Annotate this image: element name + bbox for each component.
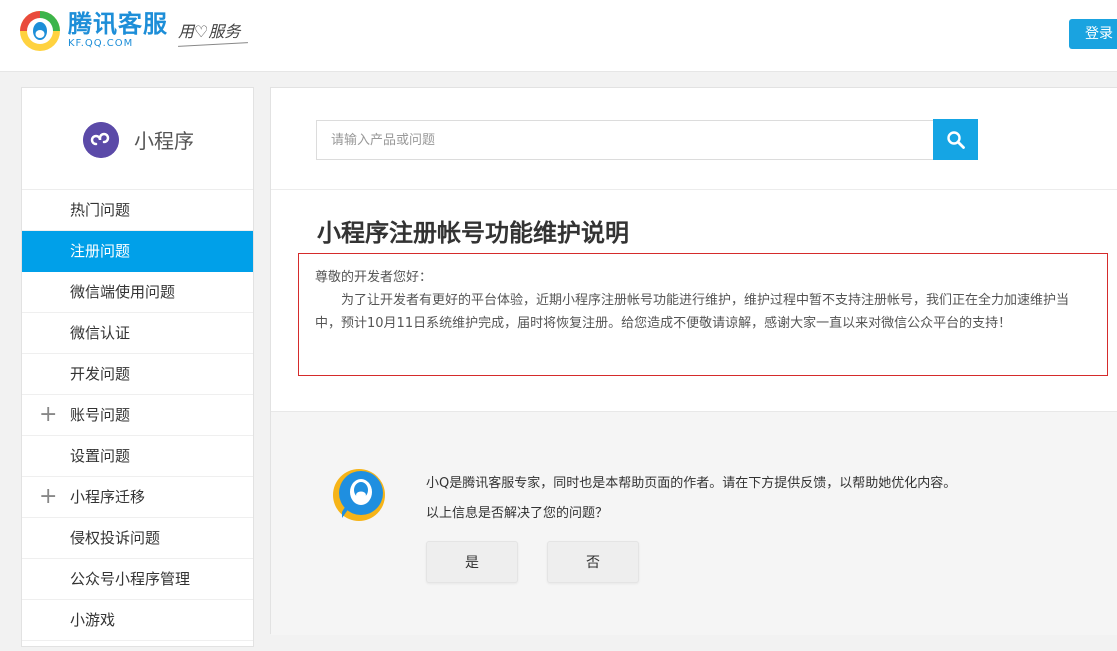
slogan-underline bbox=[178, 42, 248, 47]
article-title: 小程序注册帐号功能维护说明 bbox=[317, 219, 629, 247]
sidebar-item[interactable]: 微信认证 bbox=[22, 313, 253, 354]
xiaoq-avatar-icon bbox=[333, 469, 385, 521]
mini-program-logo-icon bbox=[83, 122, 119, 158]
feedback-no-button[interactable]: 否 bbox=[547, 541, 639, 583]
tencent-cs-logo-icon bbox=[20, 11, 60, 51]
brand-domain: KF.QQ.COM bbox=[68, 38, 134, 49]
sidebar-nav: 热门问题注册问题微信端使用问题 微信认证开发问题 + 账号问题设置问题 + 小程序迁移侵权… bbox=[22, 190, 253, 641]
notice-box: 尊敬的开发者您好： 为了让开发者有更好的平台体验，近期小程序注册帐号功能进行维护… bbox=[298, 253, 1108, 376]
sidebar-item-label: 小游戏 bbox=[70, 611, 116, 629]
sidebar-item[interactable]: 微信端使用问题 bbox=[22, 272, 253, 313]
notice-greeting: 尊敬的开发者您好： bbox=[315, 270, 433, 285]
sidebar-item-label: 注册问题 bbox=[70, 242, 131, 260]
sidebar-item[interactable]: + 账号问题 bbox=[22, 395, 253, 436]
brand-slogan: 用♡服务 bbox=[178, 22, 241, 41]
feedback-section: 小Q是腾讯客服专家，同时也是本帮助页面的作者。请在下方提供反馈，以帮助她优化内容… bbox=[271, 411, 1117, 635]
sidebar-item[interactable]: 注册问题 bbox=[22, 231, 253, 272]
login-button[interactable]: 登录 bbox=[1069, 19, 1117, 49]
sidebar-item-label: 热门问题 bbox=[70, 201, 131, 219]
sidebar-item-label: 公众号小程序管理 bbox=[70, 570, 191, 588]
sidebar-item[interactable]: 侵权投诉问题 bbox=[22, 518, 253, 559]
notice-body: 为了让开发者有更好的平台体验，近期小程序注册帐号功能进行维护，维护过程中暂不支持… bbox=[315, 293, 1070, 331]
sidebar-item-label: 侵权投诉问题 bbox=[70, 529, 161, 547]
expand-plus-icon[interactable]: + bbox=[39, 477, 57, 517]
feedback-question: 以上信息是否解决了您的问题？ bbox=[426, 506, 609, 521]
sidebar-item[interactable]: + 小程序迁移 bbox=[22, 477, 253, 518]
sidebar-item[interactable]: 开发问题 bbox=[22, 354, 253, 395]
sidebar-item-label: 小程序迁移 bbox=[70, 488, 146, 506]
sidebar: 小程序 热门问题注册问题微信端使用问题 微信认证开发问题 + 账号问题设置问题 + 小程序… bbox=[21, 87, 254, 647]
search-input[interactable] bbox=[316, 120, 934, 160]
sidebar-item-label: 设置问题 bbox=[70, 447, 131, 465]
sidebar-item-label: 开发问题 bbox=[70, 365, 131, 383]
sidebar-item-label: 微信认证 bbox=[70, 324, 131, 342]
sidebar-header: 小程序 bbox=[22, 88, 253, 190]
sidebar-item[interactable]: 小游戏 bbox=[22, 600, 253, 641]
feedback-yes-button[interactable]: 是 bbox=[426, 541, 518, 583]
sidebar-item[interactable]: 设置问题 bbox=[22, 436, 253, 477]
search-button[interactable] bbox=[933, 119, 978, 160]
main-panel: 小程序注册帐号功能维护说明 尊敬的开发者您好： 为了让开发者有更好的平台体验，近… bbox=[270, 87, 1117, 635]
search-icon bbox=[946, 130, 965, 149]
feedback-intro: 小Q是腾讯客服专家，同时也是本帮助页面的作者。请在下方提供反馈，以帮助她优化内容… bbox=[426, 476, 957, 491]
search-divider bbox=[271, 189, 1117, 190]
sidebar-item[interactable]: 热门问题 bbox=[22, 190, 253, 231]
brand-name: 腾讯客服 bbox=[68, 10, 168, 38]
expand-plus-icon[interactable]: + bbox=[39, 395, 57, 435]
sidebar-item[interactable]: 公众号小程序管理 bbox=[22, 559, 253, 600]
sidebar-item-label: 账号问题 bbox=[70, 406, 131, 424]
top-header: 腾讯客服 KF.QQ.COM 用♡服务 登录 bbox=[0, 0, 1117, 72]
sidebar-title: 小程序 bbox=[134, 129, 194, 153]
sidebar-item-label: 微信端使用问题 bbox=[70, 283, 176, 301]
